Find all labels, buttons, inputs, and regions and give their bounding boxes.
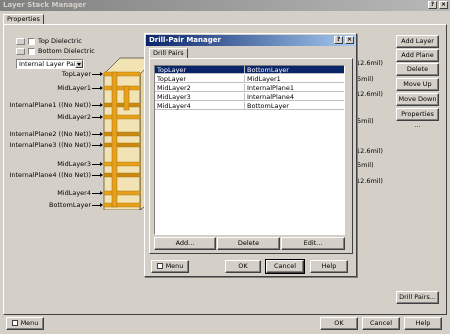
thickness-label: 5mil) [357, 75, 374, 83]
main-titlebar: Layer Stack Manager [0, 0, 450, 11]
table-row[interactable]: TopLayer MidLayer1 [155, 75, 344, 83]
layer-label-midlayer4: MidLayer4 [57, 189, 91, 197]
top-dielectric-label: Top Dielectric [38, 37, 82, 45]
main-help-button[interactable]: ? [428, 1, 437, 9]
thickness-label: 12.6mil) [356, 59, 383, 67]
layer-label-internalplane2: InternalPlane2 ((No Net)) [9, 130, 91, 138]
layer-label-toplayer: TopLayer [61, 70, 91, 78]
end-layer-cell: MidLayer1 [247, 75, 281, 83]
layer-label-internalplane4: InternalPlane4 ((No Net)) [9, 171, 91, 179]
drill-dialog-help-button[interactable]: ? [334, 36, 343, 44]
drill-dialog-close-button[interactable]: × [345, 36, 354, 44]
drill-menu-button[interactable]: Menu [151, 260, 189, 273]
top-dielectric-color[interactable] [16, 38, 25, 45]
drill-pairs-table[interactable]: TopLayer BottomLayer TopLayer MidLayer1 … [154, 65, 345, 235]
drill-cancel-button[interactable]: Cancel [265, 259, 305, 274]
layer-label-internalplane1: InternalPlane1 ((No Net)) [9, 101, 91, 109]
start-layer-cell: MidLayer2 [155, 84, 245, 92]
table-row[interactable]: MidLayer3 InternalPlane4 [155, 93, 344, 101]
thickness-label: 12.6mil) [356, 90, 383, 98]
move-up-button[interactable]: Move Up [396, 78, 439, 91]
delete-layer-button[interactable]: Delete [396, 63, 439, 76]
thickness-label: 12.6mil) [356, 147, 383, 155]
layer-label-internalplane3: InternalPlane3 ((No Net)) [9, 141, 91, 149]
thickness-label: 12.6mil) [356, 177, 383, 185]
layer-label-midlayer3: MidLayer3 [57, 160, 91, 168]
main-ok-button[interactable]: OK [320, 317, 358, 330]
start-layer-cell: TopLayer [155, 75, 245, 83]
menu-icon [156, 263, 163, 269]
main-menu-button[interactable]: Menu [6, 317, 44, 330]
drill-ok-button[interactable]: OK [225, 260, 261, 273]
main-help-text-button[interactable]: Help [404, 317, 442, 330]
table-row[interactable]: TopLayer BottomLayer [155, 66, 344, 74]
add-layer-button[interactable]: Add Layer [396, 35, 439, 48]
end-layer-cell: InternalPlane1 [247, 84, 295, 92]
layer-label-midlayer1: MidLayer1 [57, 84, 91, 92]
end-layer-cell: InternalPlane4 [247, 93, 295, 101]
thickness-label: 5mil) [357, 117, 374, 125]
add-plane-button[interactable]: Add Plane [396, 49, 439, 62]
table-row[interactable]: MidLayer4 BottomLayer [155, 102, 344, 110]
layer-pairs-value: Internal Layer Pairs [19, 60, 82, 68]
properties-button[interactable]: Properties ... [396, 108, 439, 129]
layer-label-midlayer2: MidLayer2 [57, 113, 91, 121]
stack-front-face [103, 73, 141, 210]
move-down-button[interactable]: Move Down [396, 93, 439, 106]
start-layer-cell: TopLayer [155, 66, 245, 74]
bottom-dielectric-label: Bottom Dielectric [38, 47, 95, 55]
drill-delete-button[interactable]: Delete [217, 237, 280, 250]
chevron-down-icon[interactable] [75, 60, 83, 68]
menu-icon [11, 320, 18, 326]
end-layer-cell: BottomLayer [247, 102, 289, 110]
main-menu-label: Menu [20, 319, 39, 327]
main-cancel-button[interactable]: Cancel [362, 317, 400, 330]
thickness-label: 5mil) [357, 161, 374, 169]
drill-pairs-button[interactable]: Drill Pairs... [396, 291, 439, 304]
layer-pairs-select[interactable]: Internal Layer Pairs [16, 59, 84, 69]
top-dielectric-checkbox[interactable] [28, 38, 35, 45]
start-layer-cell: MidLayer3 [155, 93, 245, 101]
drill-dialog-titlebar: Drill-Pair Manager [146, 35, 355, 46]
layer-label-bottomlayer: BottomLayer [49, 201, 91, 209]
drill-help-button[interactable]: Help [310, 260, 348, 273]
main-window-title: Layer Stack Manager [3, 1, 87, 9]
end-layer-cell: BottomLayer [247, 66, 289, 74]
drill-add-button[interactable]: Add... [154, 237, 216, 250]
bottom-dielectric-color[interactable] [16, 48, 25, 55]
bottom-dielectric-checkbox[interactable] [28, 48, 35, 55]
table-row[interactable]: MidLayer2 InternalPlane1 [155, 84, 344, 92]
drill-edit-button[interactable]: Edit... [281, 237, 345, 250]
drill-dialog-title: Drill-Pair Manager [149, 36, 221, 44]
drill-menu-label: Menu [165, 262, 184, 270]
main-close-button[interactable]: × [439, 1, 448, 9]
start-layer-cell: MidLayer4 [155, 102, 245, 110]
